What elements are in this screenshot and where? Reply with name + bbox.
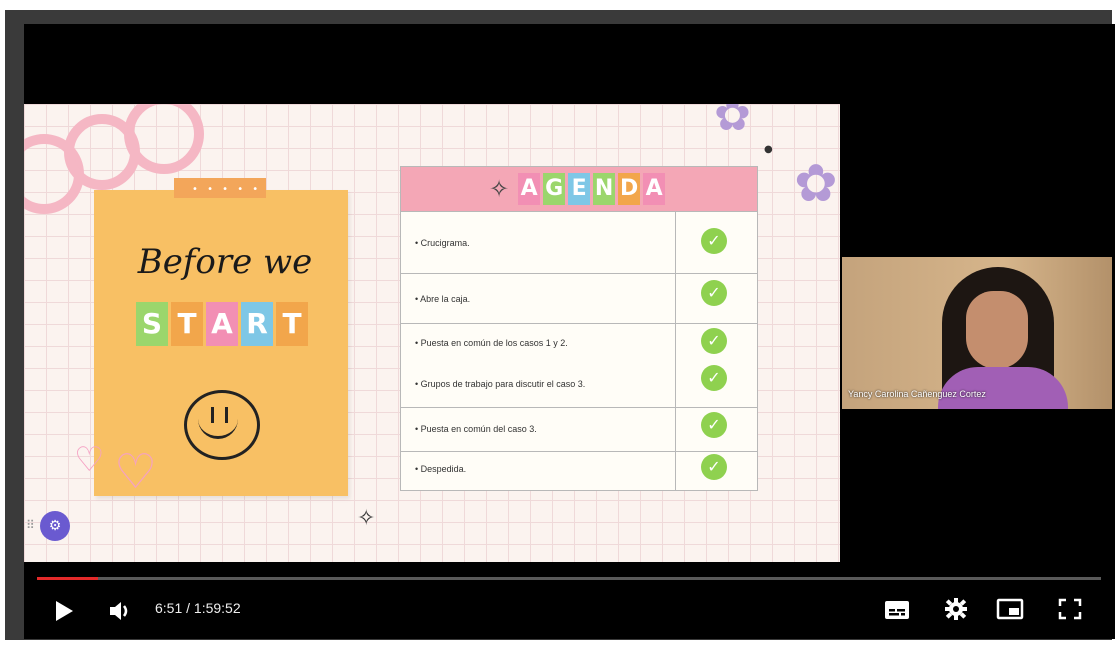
agenda-letter: A [518,173,541,205]
agenda-item: • Crucigrama. [415,238,470,248]
start-letter: T [276,302,308,346]
participant-name: Yancy Carolina Cañenguez Cortez [848,389,986,399]
tape-dots: • • • • • [192,184,262,195]
sparkle-icon: ✧ [489,175,510,203]
start-letter: S [136,302,168,346]
check-cell: ✓ [675,363,758,407]
agenda-item: • Abre la caja. [415,294,471,304]
agenda-letter: G [543,173,566,205]
check-cell: ✓ [675,324,758,364]
agenda-letter: A [643,173,666,205]
dot-decoration: ● [764,144,773,155]
heart-icon: ♡ [74,440,105,480]
webcam-feed: Yancy Carolina Cañenguez Cortez [842,257,1112,409]
check-cell: ✓ [675,274,758,324]
start-letter: R [241,302,273,346]
miniplayer-icon[interactable] [996,598,1024,620]
time-display: 6:51 / 1:59:52 [155,600,241,616]
agenda-item: • Puesta en común del caso 3. [415,424,537,434]
presentation-slide: ✿ ✿ ✧ ● • • • • • Before we S T A R T ♡ … [24,104,840,562]
subtitles-icon[interactable] [884,599,910,621]
agenda-title: ✧ A G E N D A [489,173,666,205]
progress-fill [37,577,98,580]
agenda-row: • Puesta en común del caso 3. ✓ [401,407,757,452]
gear-icon[interactable]: ⚙ [40,511,70,541]
agenda-row: • Grupos de trabajo para discutir el cas… [401,363,757,407]
check-icon: ✓ [701,280,727,306]
flower-decoration: ✿ [714,104,751,141]
check-icon: ✓ [701,328,727,354]
agenda-table: ✧ A G E N D A • Crucigrama. ✓ • Abre la … [400,166,758,491]
fullscreen-icon[interactable] [1058,598,1082,620]
check-cell: ✓ [675,452,758,491]
volume-icon[interactable] [108,599,134,623]
agenda-row: • Puesta en común de los casos 1 y 2. ✓ [401,323,757,364]
agenda-row: • Abre la caja. ✓ [401,273,757,324]
start-letter: A [206,302,238,346]
agenda-row: • Crucigrama. ✓ [401,211,757,274]
agenda-letter: D [618,173,641,205]
agenda-item: • Puesta en común de los casos 1 y 2. [415,338,568,348]
flower-decoration: ✿ [794,154,838,214]
agenda-row: • Despedida. ✓ [401,451,757,491]
before-we-heading: Before we [137,242,313,282]
check-cell: ✓ [675,408,758,452]
progress-bar[interactable] [37,577,1101,580]
check-cell: ✓ [675,212,758,274]
check-icon: ✓ [701,365,727,391]
agenda-item: • Grupos de trabajo para discutir el cas… [415,379,586,389]
settings-icon[interactable] [944,597,968,621]
heart-icon: ♡ [114,444,158,500]
check-icon: ✓ [701,412,727,438]
drag-handle-icon[interactable]: ⠿ [26,518,35,532]
start-word: S T A R T [136,302,308,346]
agenda-letter: E [568,173,591,205]
agenda-header: ✧ A G E N D A [401,167,757,211]
person-face [966,291,1028,369]
sparkle-decoration: ✧ [357,506,376,531]
start-letter: T [171,302,203,346]
check-icon: ✓ [701,228,727,254]
video-player[interactable]: ✿ ✿ ✧ ● • • • • • Before we S T A R T ♡ … [24,24,1115,639]
agenda-letter: N [593,173,616,205]
player-controls: 6:51 / 1:59:52 [24,584,1115,636]
person-shirt [938,367,1068,409]
play-icon[interactable] [54,600,74,622]
pink-swirl-decoration [124,104,204,174]
check-icon: ✓ [701,454,727,480]
agenda-item: • Despedida. [415,464,467,474]
